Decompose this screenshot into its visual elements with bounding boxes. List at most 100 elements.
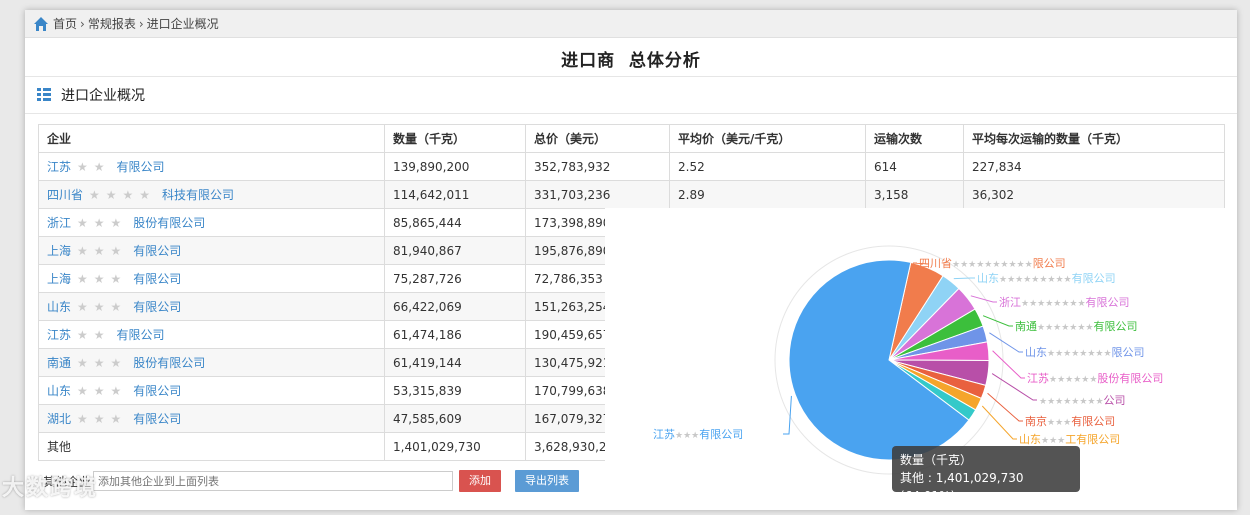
pie-slice-label: ★★★★★★★★公司 <box>1039 394 1126 407</box>
label-suffix: 工有限公司 <box>1065 432 1120 446</box>
company-suffix[interactable]: 股份有限公司 <box>133 216 205 230</box>
table-header-row: 企业 数量（千克） 总价（美元） 平均价（美元/千克） 运输次数 平均每次运输的… <box>38 124 1225 153</box>
header-trips[interactable]: 运输次数 <box>865 124 964 153</box>
pie-slice-label: 山东★★★★★★★★限公司 <box>1025 346 1145 359</box>
company-suffix[interactable]: 科技有限公司 <box>162 188 234 202</box>
pie-label-leader <box>989 332 1023 353</box>
pie-label-leader <box>953 277 975 280</box>
header-quantity[interactable]: 数量（千克） <box>384 124 526 153</box>
company-cell[interactable]: 上海 ★★★ 有限公司 <box>38 264 385 293</box>
company-province[interactable]: 山东 <box>47 300 71 314</box>
company-province[interactable]: 上海 <box>47 272 71 286</box>
company-cell-other: 其他 <box>38 432 385 461</box>
company-province[interactable]: 湖北 <box>47 412 71 426</box>
quantity-cell: 47,585,609 <box>384 404 526 433</box>
tooltip-name: 其他 <box>900 471 925 485</box>
label-province: 山东 <box>1025 346 1047 359</box>
add-company-bar: 其他企业 添加 导出列表 <box>43 470 580 492</box>
avg-price-cell: 2.89 <box>669 180 866 209</box>
add-button[interactable]: 添加 <box>459 470 502 492</box>
quantity-cell: 114,642,011 <box>384 180 526 209</box>
company-suffix[interactable]: 有限公司 <box>117 160 165 174</box>
company-masked-stars: ★★ <box>77 328 111 342</box>
tooltip-title: 数量（千克） <box>900 453 973 467</box>
header-total-price[interactable]: 总价（美元） <box>525 124 670 153</box>
pie-slice-label: 江苏★★★★★★股份有限公司 <box>1027 371 1163 385</box>
company-masked-stars: ★★ <box>77 160 111 174</box>
chevron-right-icon: › <box>138 16 144 31</box>
pie-label-leader <box>981 405 1017 440</box>
company-suffix[interactable]: 有限公司 <box>133 272 181 286</box>
breadcrumb-current: 进口企业概况 <box>146 17 219 31</box>
quantity-cell: 139,890,200 <box>384 152 526 181</box>
label-suffix: 有限公司 <box>1072 271 1116 285</box>
company-cell[interactable]: 江苏 ★★ 有限公司 <box>38 152 385 181</box>
trips-cell: 3,158 <box>865 180 964 209</box>
company-cell[interactable]: 南通 ★★★ 股份有限公司 <box>38 348 385 377</box>
quantity-cell: 66,422,069 <box>384 292 526 321</box>
header-company[interactable]: 企业 <box>38 124 385 153</box>
pie-label-leader <box>783 395 792 435</box>
company-suffix[interactable]: 有限公司 <box>133 412 181 426</box>
panel-header: 进口企业概况 <box>25 76 1237 114</box>
breadcrumb-report[interactable]: 常规报表 <box>88 15 136 32</box>
label-suffix: 有限公司 <box>1071 414 1115 428</box>
header-avg-price[interactable]: 平均价（美元/千克） <box>669 124 866 153</box>
label-stars: ★★★★★★★★★★ <box>952 260 1033 270</box>
quantity-cell: 81,940,867 <box>384 236 526 265</box>
pie-slice-label: 浙江★★★★★★★★有限公司 <box>999 295 1130 309</box>
company-province[interactable]: 江苏 <box>47 328 71 342</box>
quantity-cell: 61,474,186 <box>384 320 526 349</box>
company-suffix[interactable]: 有限公司 <box>133 244 181 258</box>
company-province[interactable]: 上海 <box>47 244 71 258</box>
company-masked-stars: ★★★ <box>77 272 128 286</box>
home-icon[interactable] <box>33 16 49 32</box>
quantity-cell: 1,401,029,730 <box>384 432 526 461</box>
label-province: 江苏 <box>653 428 675 441</box>
breadcrumb-home[interactable]: 首页 <box>53 15 77 32</box>
company-cell[interactable]: 四川省 ★★★★ 科技有限公司 <box>38 180 385 209</box>
company-masked-stars: ★★★ <box>77 384 128 398</box>
company-cell[interactable]: 江苏 ★★ 有限公司 <box>38 320 385 349</box>
header-avg-per-trip[interactable]: 平均每次运输的数量（千克） <box>963 124 1225 153</box>
label-province: 南京 <box>1025 414 1047 428</box>
label-province: 江苏 <box>1027 372 1049 385</box>
label-stars: ★★★★★★★★ <box>1021 299 1086 309</box>
company-cell[interactable]: 山东 ★★★ 有限公司 <box>38 292 385 321</box>
other-company-input[interactable] <box>93 471 454 491</box>
label-stars: ★★★ <box>675 431 699 441</box>
total-price-cell: 331,703,236 <box>525 180 670 209</box>
label-province: 山东 <box>977 272 999 285</box>
tooltip-percent: 64.01% <box>904 489 951 503</box>
label-province: 四川省 <box>919 257 952 270</box>
company-cell[interactable]: 山东 ★★★ 有限公司 <box>38 376 385 405</box>
label-suffix: 有限公司 <box>1086 295 1130 309</box>
table-row: 江苏 ★★ 有限公司 139,890,200 352,783,932 2.52 614 227… <box>38 152 1225 181</box>
company-suffix[interactable]: 有限公司 <box>133 300 181 314</box>
company-suffix[interactable]: 有限公司 <box>117 328 165 342</box>
company-province[interactable]: 江苏 <box>47 160 71 174</box>
company-cell[interactable]: 浙江 ★★★ 股份有限公司 <box>38 208 385 237</box>
panel-title: 进口企业概况 <box>61 88 145 104</box>
label-suffix: 限公司 <box>1033 257 1066 270</box>
label-province: 南通 <box>1015 320 1037 333</box>
avg-per-trip-cell: 227,834 <box>963 152 1225 181</box>
label-suffix: 限公司 <box>1112 346 1145 359</box>
company-province[interactable]: 南通 <box>47 356 71 370</box>
company-suffix[interactable]: 股份有限公司 <box>133 356 205 370</box>
avg-per-trip-cell: 36,302 <box>963 180 1225 209</box>
export-list-button[interactable]: 导出列表 <box>515 470 580 492</box>
avg-price-cell: 2.52 <box>669 152 866 181</box>
pie-slice-label: 四川省★★★★★★★★★★限公司 <box>919 257 1066 270</box>
company-suffix[interactable]: 有限公司 <box>133 384 181 398</box>
label-suffix: 股份有限公司 <box>1097 371 1163 385</box>
table-row: 四川省 ★★★★ 科技有限公司 114,642,011 331,703,236 2.89 3… <box>38 180 1225 209</box>
tooltip-value: 1,401,029,730 <box>935 471 1024 485</box>
company-cell[interactable]: 上海 ★★★ 有限公司 <box>38 236 385 265</box>
company-cell[interactable]: 湖北 ★★★ 有限公司 <box>38 404 385 433</box>
trips-cell: 614 <box>865 152 964 181</box>
page-title: 进口商 总体分析 <box>561 51 701 71</box>
company-province[interactable]: 山东 <box>47 384 71 398</box>
company-province[interactable]: 四川省 <box>47 188 83 202</box>
company-province[interactable]: 浙江 <box>47 216 71 230</box>
